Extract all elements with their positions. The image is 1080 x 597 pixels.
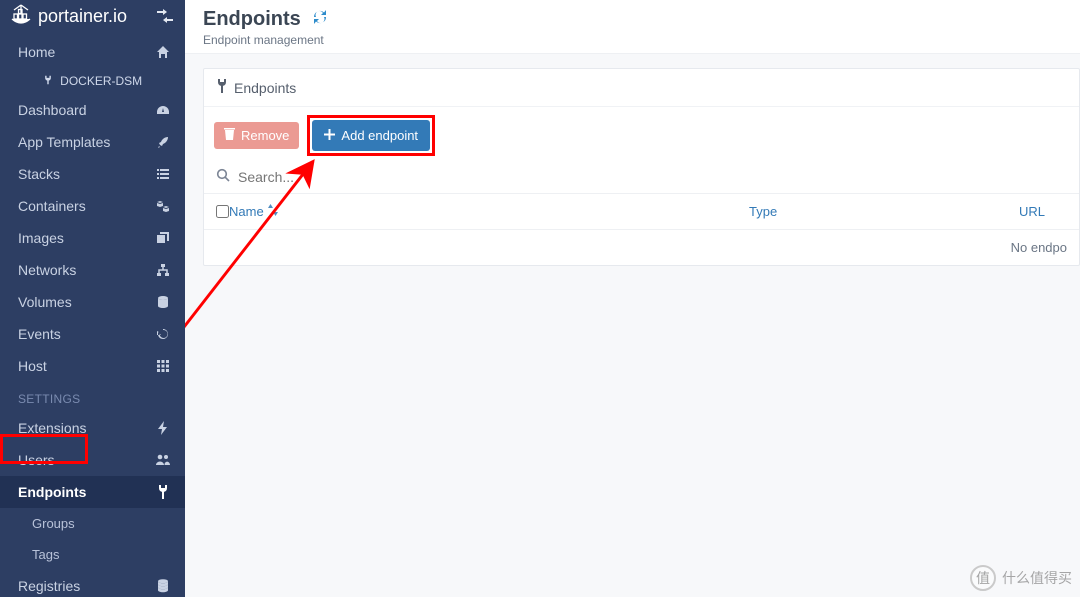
- sidebar-label-extensions: Extensions: [18, 420, 86, 436]
- sidebar-item-volumes[interactable]: Volumes: [0, 286, 185, 318]
- history-icon: [155, 326, 171, 342]
- sidebar-item-endpoints[interactable]: Endpoints: [0, 476, 185, 508]
- watermark: 值 什么值得买: [970, 565, 1072, 591]
- section-settings-label: SETTINGS: [0, 382, 185, 412]
- sidebar-item-extensions[interactable]: Extensions: [0, 412, 185, 444]
- home-icon: [155, 44, 171, 60]
- sidebar-label-users: Users: [18, 452, 55, 468]
- col-name-label: Name: [229, 204, 264, 219]
- sort-icon: [268, 204, 278, 219]
- endpoints-panel: Endpoints Remove Add endpoint: [203, 68, 1080, 266]
- select-all-checkbox[interactable]: [216, 205, 229, 218]
- sidebar-label-app-templates: App Templates: [18, 134, 110, 150]
- sidebar-item-events[interactable]: Events: [0, 318, 185, 350]
- remove-label: Remove: [241, 128, 289, 143]
- endpoint-name-label: DOCKER-DSM: [60, 74, 142, 88]
- bolt-icon: [155, 420, 171, 436]
- search-input[interactable]: [238, 169, 1067, 185]
- toggle-sidebar-icon[interactable]: [157, 8, 173, 24]
- plug-icon: [43, 74, 56, 88]
- database-icon: [155, 578, 171, 594]
- sidebar-label-networks: Networks: [18, 262, 76, 278]
- sidebar-label-home: Home: [18, 44, 55, 60]
- plus-icon: [324, 128, 335, 143]
- sidebar-item-home[interactable]: Home: [0, 36, 185, 68]
- sidebar-label-stacks: Stacks: [18, 166, 60, 182]
- col-name[interactable]: Name: [229, 204, 749, 219]
- plug-icon: [155, 484, 171, 500]
- cubes-icon: [155, 198, 171, 214]
- add-endpoint-highlight: Add endpoint: [307, 115, 435, 156]
- col-url[interactable]: URL: [1019, 204, 1079, 219]
- watermark-text: 什么值得买: [1002, 568, 1072, 588]
- search-row: [204, 164, 1079, 194]
- action-row: Remove Add endpoint: [204, 107, 1079, 164]
- sidebar-item-images[interactable]: Images: [0, 222, 185, 254]
- sidebar-label-endpoints: Endpoints: [18, 484, 86, 500]
- portainer-logo-icon: [10, 4, 32, 28]
- watermark-logo-icon: 值: [970, 565, 996, 591]
- empty-row: No endpo: [204, 230, 1079, 265]
- sidebar-label-registries: Registries: [18, 578, 80, 594]
- sidebar: portainer.io Home DOCKER-DSM Dashboard A…: [0, 0, 185, 597]
- hdd-icon: [155, 294, 171, 310]
- sidebar-item-host[interactable]: Host: [0, 350, 185, 382]
- add-endpoint-label: Add endpoint: [341, 128, 418, 143]
- sidebar-label-images: Images: [18, 230, 64, 246]
- users-icon: [155, 452, 171, 468]
- plug-icon: [216, 79, 228, 96]
- trash-icon: [224, 128, 235, 143]
- sidebar-item-groups[interactable]: Groups: [0, 508, 185, 539]
- panel-head: Endpoints: [204, 69, 1079, 107]
- rocket-icon: [155, 134, 171, 150]
- page-header: Endpoints Endpoint management: [185, 0, 1080, 54]
- clone-icon: [155, 230, 171, 246]
- sidebar-item-tags[interactable]: Tags: [0, 539, 185, 570]
- main-area: Endpoints Endpoint management Endpoints …: [185, 0, 1080, 597]
- list-icon: [155, 166, 171, 182]
- col-type[interactable]: Type: [749, 204, 1019, 219]
- page-title: Endpoints: [203, 8, 301, 31]
- tachometer-icon: [155, 102, 171, 118]
- sidebar-item-dashboard[interactable]: Dashboard: [0, 94, 185, 126]
- content: Endpoints Remove Add endpoint: [185, 54, 1080, 597]
- sidebar-item-containers[interactable]: Containers: [0, 190, 185, 222]
- remove-button[interactable]: Remove: [214, 122, 299, 149]
- th-icon: [155, 358, 171, 374]
- refresh-icon[interactable]: [311, 9, 329, 30]
- brand-bar: portainer.io: [0, 0, 185, 36]
- sidebar-item-networks[interactable]: Networks: [0, 254, 185, 286]
- table-head: Name Type URL: [204, 194, 1079, 230]
- endpoint-selector[interactable]: DOCKER-DSM: [0, 68, 185, 94]
- sidebar-label-events: Events: [18, 326, 61, 342]
- sidebar-item-registries[interactable]: Registries: [0, 570, 185, 597]
- sidebar-item-app-templates[interactable]: App Templates: [0, 126, 185, 158]
- panel-title: Endpoints: [234, 80, 296, 96]
- sidebar-label-volumes: Volumes: [18, 294, 72, 310]
- brand-name: portainer.io: [38, 6, 127, 27]
- sitemap-icon: [155, 262, 171, 278]
- search-icon: [216, 168, 230, 185]
- sidebar-item-users[interactable]: Users: [0, 444, 185, 476]
- sidebar-item-stacks[interactable]: Stacks: [0, 158, 185, 190]
- add-endpoint-button[interactable]: Add endpoint: [312, 120, 430, 151]
- page-subtitle: Endpoint management: [203, 33, 1062, 47]
- sidebar-label-dashboard: Dashboard: [18, 102, 87, 118]
- sidebar-label-host: Host: [18, 358, 47, 374]
- sidebar-label-containers: Containers: [18, 198, 86, 214]
